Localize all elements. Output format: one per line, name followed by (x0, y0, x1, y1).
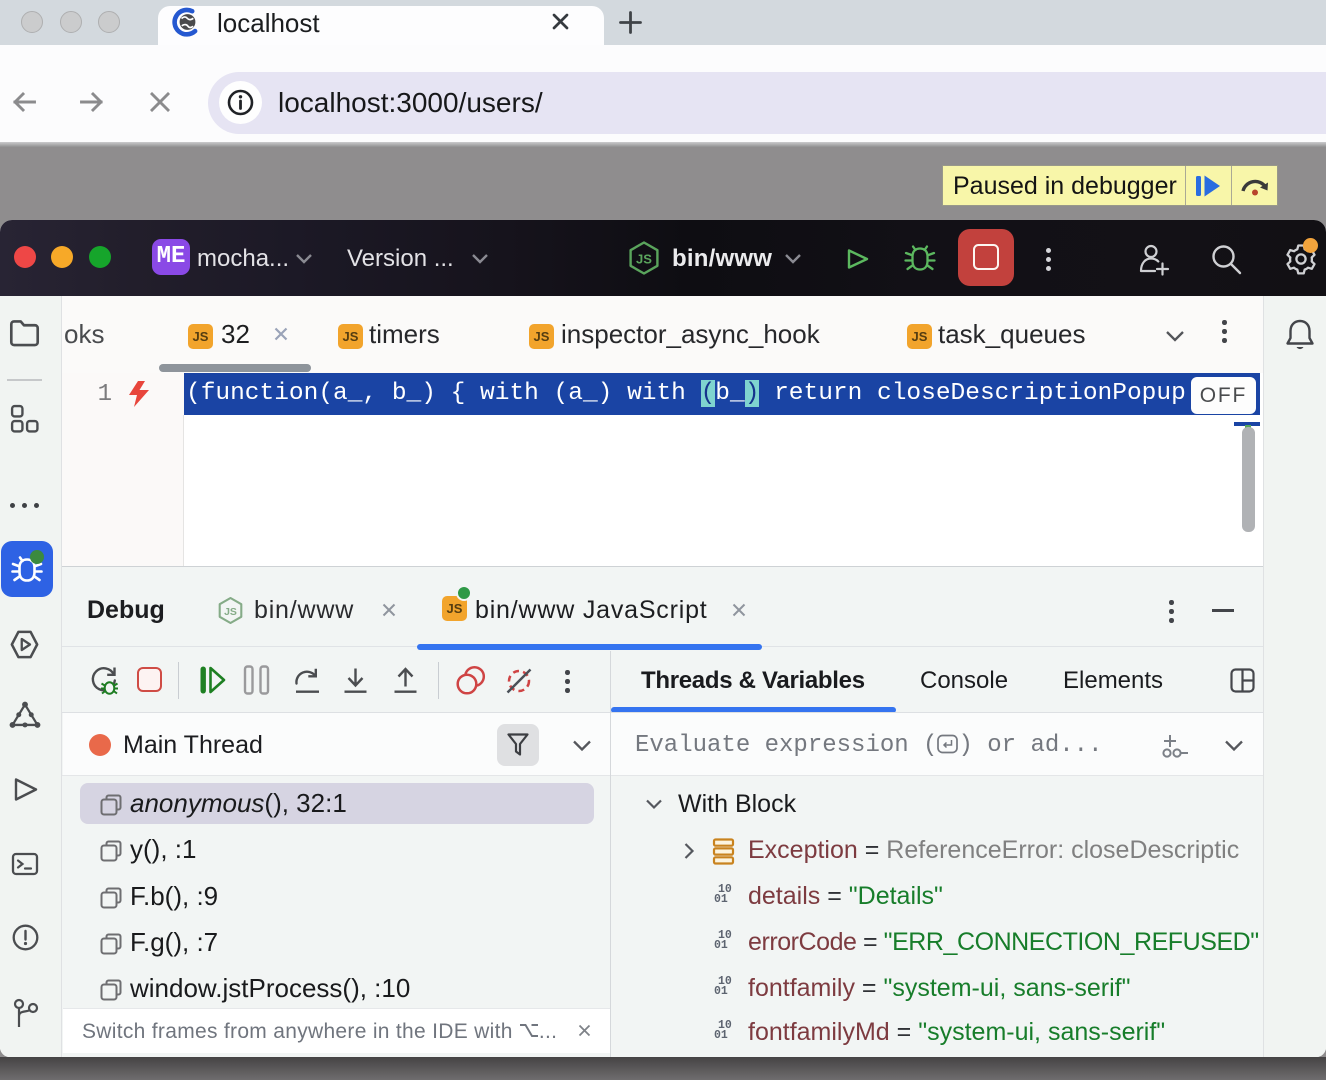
svg-text:JS: JS (636, 252, 652, 267)
svg-text:JS: JS (224, 607, 237, 618)
